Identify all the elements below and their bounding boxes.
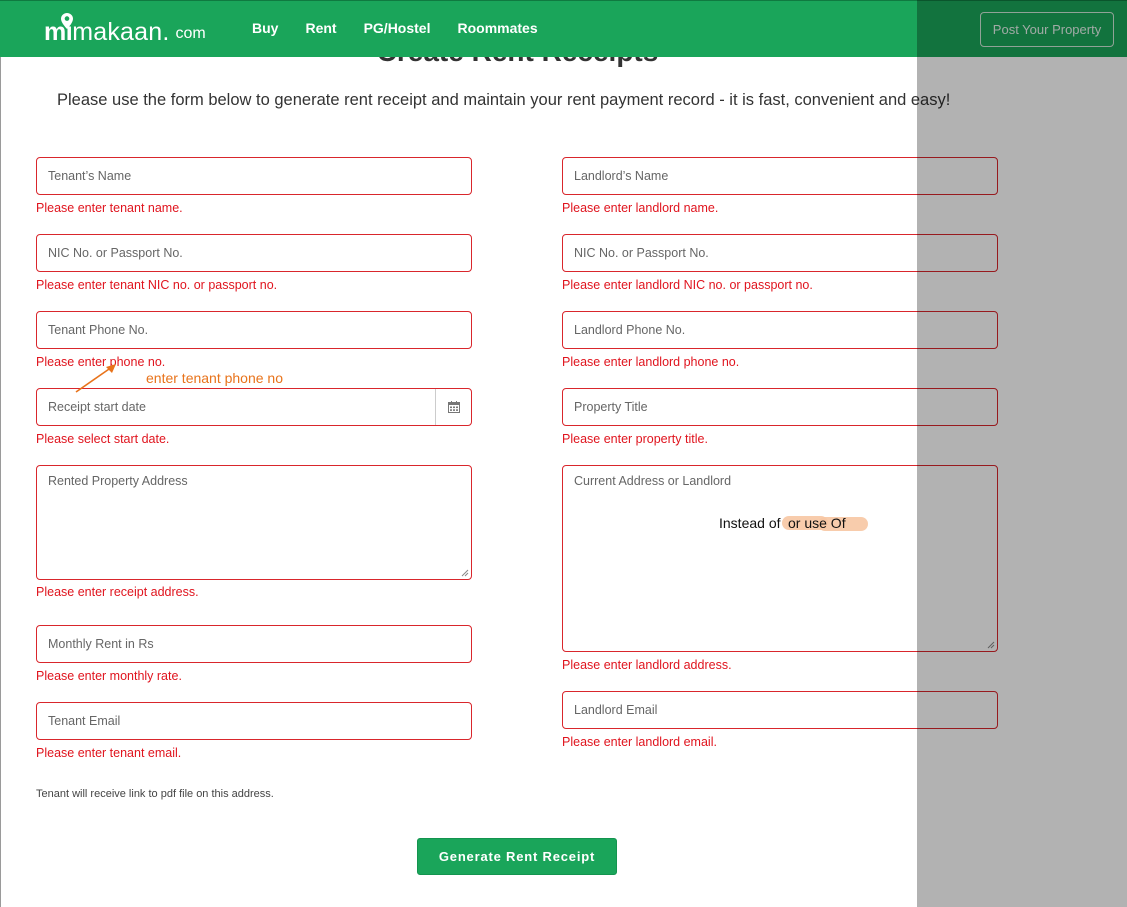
landlord-nic-error: Please enter landlord NIC no. or passpor… xyxy=(562,278,813,292)
start-date-placeholder: Receipt start date xyxy=(48,400,146,414)
landlord-address-placeholder: Current Address or Landlord xyxy=(574,474,732,488)
page-left-border xyxy=(0,0,1,907)
start-date-error: Please select start date. xyxy=(36,432,170,446)
rented-property-address-textarea[interactable]: Rented Property Address xyxy=(36,465,472,580)
nav-rent[interactable]: Rent xyxy=(305,20,336,36)
property-address-error: Please enter receipt address. xyxy=(36,585,199,599)
tenant-phone-input[interactable]: Tenant Phone No. xyxy=(36,311,472,349)
nav-pg-hostel[interactable]: PG/Hostel xyxy=(364,20,431,36)
tenant-nic-error: Please enter tenant NIC no. or passport … xyxy=(36,278,278,292)
calendar-icon xyxy=(447,401,460,413)
monthly-rent-input[interactable]: Monthly Rent in Rs xyxy=(36,625,472,663)
site-logo[interactable]: mi makaan. com xyxy=(44,13,206,47)
landlord-address-error: Please enter landlord address. xyxy=(562,658,732,672)
instead-of-annotation: Instead of xyxy=(719,515,781,531)
property-address-placeholder: Rented Property Address xyxy=(48,474,188,488)
nav-roommates[interactable]: Roommates xyxy=(457,20,537,36)
phone-hint-annotation: enter tenant phone no xyxy=(146,370,284,386)
property-title-error: Please enter property title. xyxy=(562,432,708,446)
or-use-of-annotation: or use Of xyxy=(788,515,846,531)
landlord-phone-error: Please enter landlord phone no. xyxy=(562,355,740,369)
landlord-name-error: Please enter landlord name. xyxy=(562,201,719,215)
nav-buy[interactable]: Buy xyxy=(252,20,278,36)
intro-text: Please use the form below to generate re… xyxy=(57,91,951,109)
arrow-icon xyxy=(75,364,116,393)
tenant-email-input[interactable]: Tenant Email xyxy=(36,702,472,740)
tenant-name-input[interactable]: Tenant’s Name xyxy=(36,157,472,195)
resize-grip-icon[interactable] xyxy=(461,569,469,577)
logo-text-com: com xyxy=(175,25,206,42)
landlord-email-error: Please enter landlord email. xyxy=(562,735,717,749)
main-nav: Buy Rent PG/Hostel Roommates xyxy=(252,20,565,36)
logo-text-makaan: makaan. xyxy=(72,18,170,46)
calendar-button[interactable] xyxy=(435,389,471,425)
monthly-rent-error: Please enter monthly rate. xyxy=(36,669,182,683)
map-pin-icon xyxy=(61,13,73,29)
tenant-nic-input[interactable]: NIC No. or Passport No. xyxy=(36,234,472,272)
generate-rent-receipt-button[interactable]: Generate Rent Receipt xyxy=(417,838,617,875)
tenant-name-error: Please enter tenant name. xyxy=(36,201,183,215)
tenant-email-note: Tenant will receive link to pdf file on … xyxy=(36,788,274,800)
grey-overlay xyxy=(917,0,1127,907)
tenant-email-error: Please enter tenant email. xyxy=(36,746,182,760)
